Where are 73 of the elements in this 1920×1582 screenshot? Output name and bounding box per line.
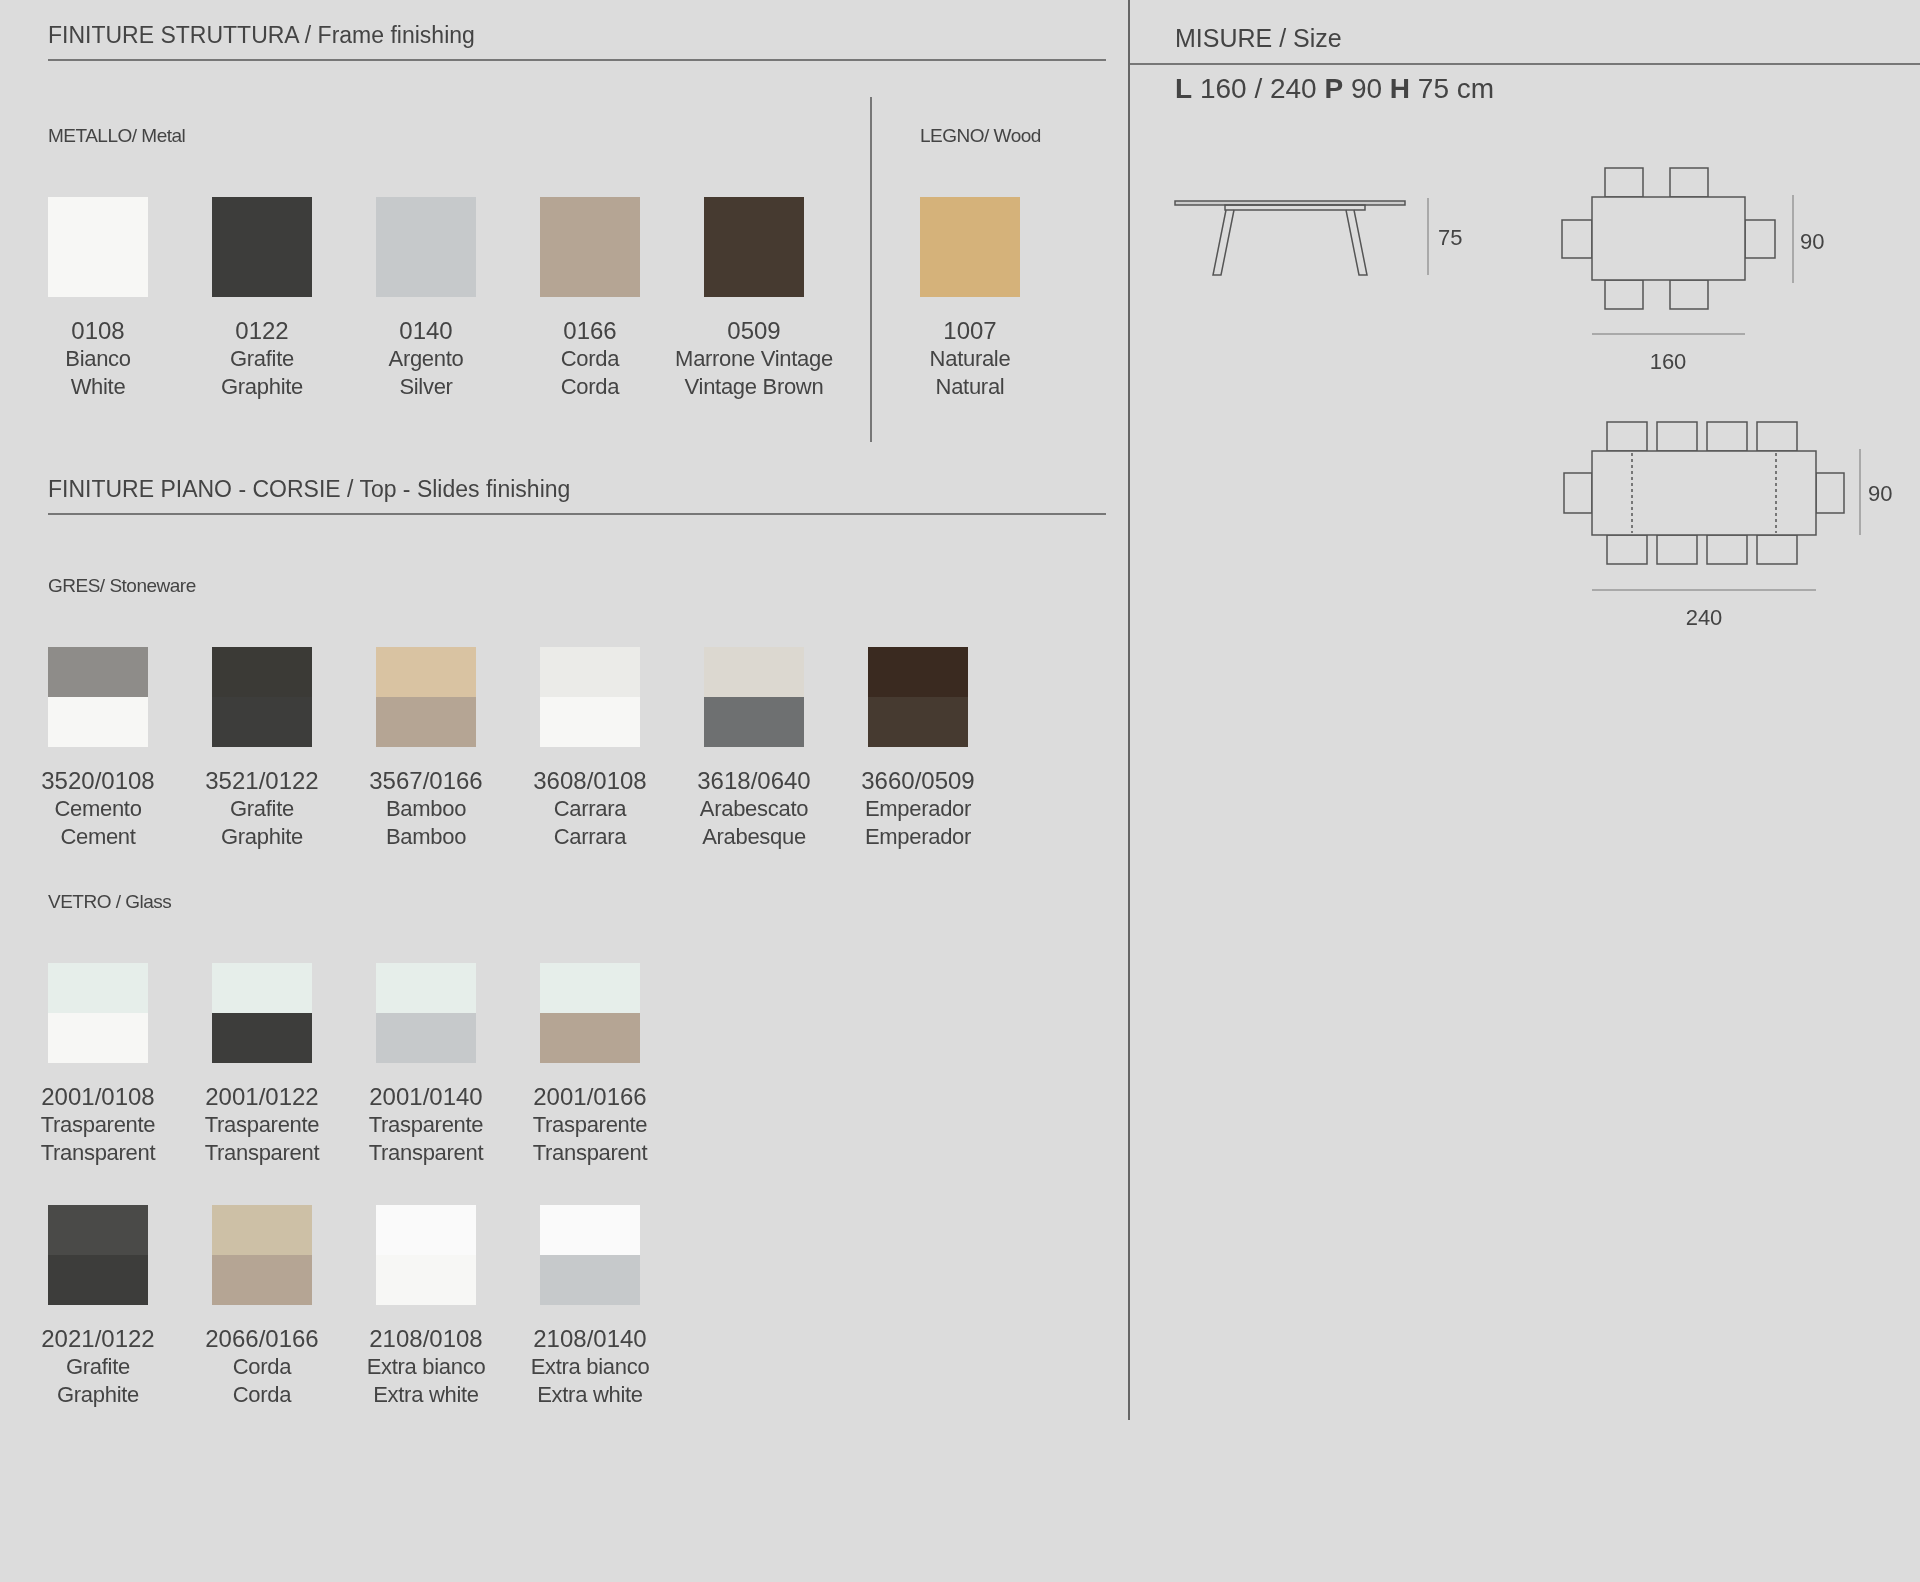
finish-name: Marrone Vintage [675, 345, 833, 373]
finish-name: Graphite [221, 823, 303, 851]
finish-name: Natural [935, 373, 1005, 401]
group-label: VETRO / Glass [48, 891, 173, 913]
finish-name: Bianco [65, 345, 131, 373]
finish-name: Extra white [373, 1381, 479, 1409]
group-label: LEGNO/ Wood [920, 125, 1042, 147]
finish-name: Grafite [230, 345, 294, 373]
dimension-label: 75 [1438, 225, 1463, 250]
finish-name: Bamboo [385, 823, 467, 851]
finish-name: Vintage Brown [684, 373, 824, 401]
finish-name: Transparent [368, 1139, 484, 1167]
finish-code: 2001/0122 [205, 1083, 319, 1111]
finish-code: 0122 [235, 317, 289, 345]
finish-name: Grafite [66, 1353, 130, 1381]
finish-name: Naturale [929, 345, 1011, 373]
finish-name: Corda [232, 1353, 292, 1381]
finish-name: Emperador [864, 823, 972, 851]
dimension-label: 90 [1800, 229, 1825, 254]
section-title: FINITURE PIANO - CORSIE / Top - Slides finishing [48, 476, 572, 504]
finish-name: Extra bianco [530, 1353, 650, 1381]
finish-name: Trasparente [204, 1111, 320, 1139]
finish-name: Cement [60, 823, 136, 851]
dimensions-text: L 160 / 240 P 90 H 75 cm [1174, 72, 1496, 105]
finish-code: 3567/0166 [369, 767, 483, 795]
finish-code: 2108/0108 [369, 1325, 483, 1353]
finish-name: Extra bianco [366, 1353, 486, 1381]
finish-code: 0108 [71, 317, 125, 345]
finish-code: 0509 [727, 317, 781, 345]
finish-code: 0166 [563, 317, 617, 345]
finish-name: White [70, 373, 126, 401]
finish-name: Extra white [537, 1381, 643, 1409]
finish-code: 2021/0122 [41, 1325, 155, 1353]
finish-name: Trasparente [532, 1111, 648, 1139]
finish-name: Carrara [553, 795, 627, 823]
finish-name: Corda [560, 373, 620, 401]
finish-name: Transparent [40, 1139, 156, 1167]
dimension-label: 160 [1649, 349, 1687, 374]
finish-name: Bamboo [385, 795, 467, 823]
section-title: FINITURE STRUTTURA / Frame finishing [48, 22, 476, 50]
finish-name: Transparent [204, 1139, 320, 1167]
group-label: METALLO/ Metal [48, 125, 187, 147]
finish-name: Transparent [532, 1139, 648, 1167]
finish-name: Graphite [221, 373, 303, 401]
finish-name: Corda [560, 345, 620, 373]
finish-code: 3660/0509 [861, 767, 975, 795]
finish-code: 3608/0108 [533, 767, 647, 795]
dimension-label: 90 [1868, 481, 1893, 506]
finish-code: 2066/0166 [205, 1325, 319, 1353]
finish-name: Cemento [54, 795, 142, 823]
finish-code: 3520/0108 [41, 767, 155, 795]
finish-name: Arabescato [699, 795, 809, 823]
finish-code: 2108/0140 [533, 1325, 647, 1353]
finish-code: 2001/0166 [533, 1083, 647, 1111]
finish-name: Graphite [57, 1381, 139, 1409]
group-label: GRES/ Stoneware [48, 575, 197, 597]
finish-code: 2001/0108 [41, 1083, 155, 1111]
finish-name: Silver [399, 373, 453, 401]
finish-code: 3521/0122 [205, 767, 319, 795]
finish-code: 1007 [943, 317, 997, 345]
finish-code: 0140 [399, 317, 453, 345]
dimension-label: 240 [1685, 605, 1723, 630]
finish-name: Trasparente [40, 1111, 156, 1139]
section-title: MISURE / Size [1174, 24, 1343, 54]
finish-code: 3618/0640 [697, 767, 811, 795]
finish-code: 2001/0140 [369, 1083, 483, 1111]
finish-name: Trasparente [368, 1111, 484, 1139]
finish-name: Emperador [864, 795, 972, 823]
finish-name: Carrara [553, 823, 627, 851]
finish-name: Argento [388, 345, 464, 373]
finish-name: Arabesque [702, 823, 806, 851]
finish-name: Grafite [230, 795, 294, 823]
finish-name: Corda [232, 1381, 292, 1409]
